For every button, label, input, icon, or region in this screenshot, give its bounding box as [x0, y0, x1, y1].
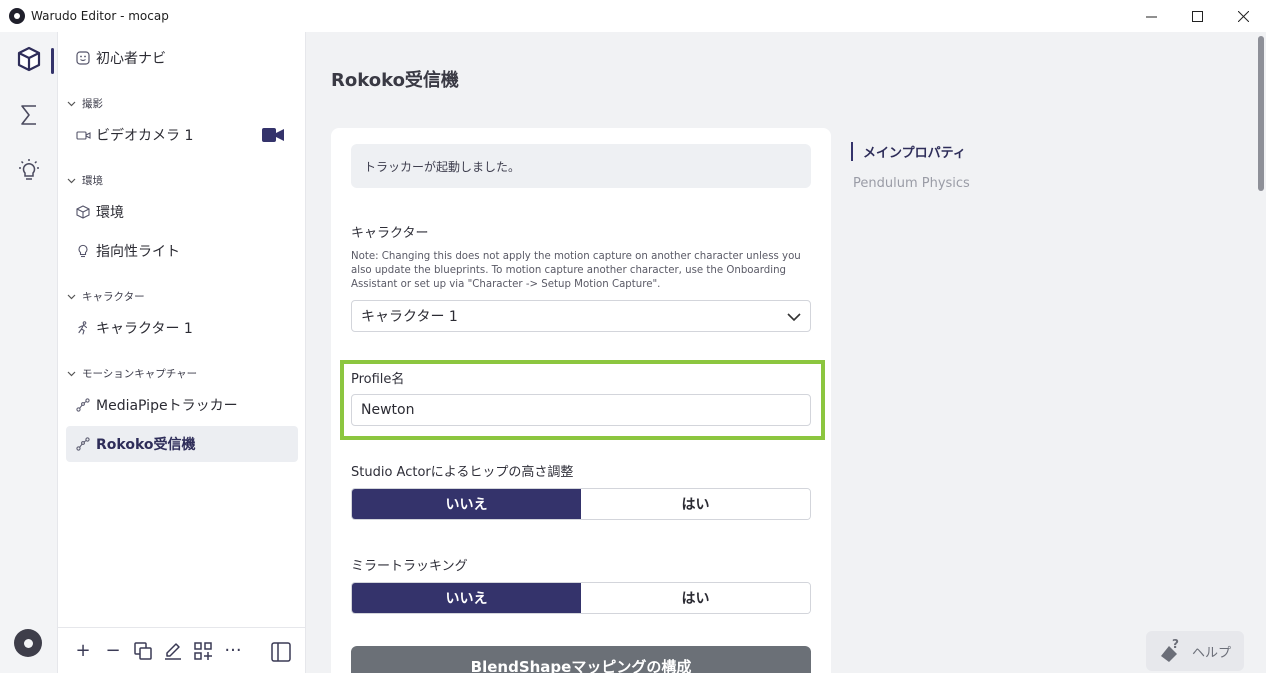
window-controls: [1128, 0, 1266, 32]
sidebar-item-label: 環境: [96, 205, 124, 221]
blendshape-mapping-button[interactable]: BlendShapeマッピングの構成: [351, 646, 811, 673]
hip-adjust-toggle: いいえ はい: [351, 488, 811, 520]
sidebar-item-label: Rokoko受信機: [96, 437, 196, 453]
toggle-panel-button[interactable]: [266, 637, 296, 667]
activity-ideas-button[interactable]: [0, 148, 58, 194]
toc-main-properties[interactable]: メインプロパティ: [851, 142, 966, 161]
blendshape-button-label: BlendShapeマッピングの構成: [470, 658, 692, 673]
remove-button[interactable]: −: [98, 636, 128, 666]
sidebar-item-environment[interactable]: 環境: [66, 194, 298, 230]
node-link-icon: [75, 437, 91, 451]
window-title: Warudo Editor - mocap: [31, 9, 169, 23]
add-group-button[interactable]: [188, 636, 218, 666]
mirror-yes[interactable]: はい: [581, 583, 810, 613]
character-note: Note: Changing this does not apply the m…: [351, 251, 801, 290]
scene-sidebar: 初心者ナビ 撮影 ビデオカメラ 1 環境 環境 指向性ライト キャラクター キャ…: [58, 32, 306, 673]
close-button[interactable]: [1220, 0, 1266, 32]
properties-card: トラッカーが起動しました。 キャラクター Note: Changing this…: [331, 128, 831, 673]
activity-scene-button[interactable]: [0, 36, 58, 82]
rename-button[interactable]: [158, 636, 188, 666]
main-panel: Rokoko受信機 トラッカーが起動しました。 キャラクター Note: Cha…: [306, 32, 1266, 673]
sidebar-item-directional-light[interactable]: 指向性ライト: [66, 233, 298, 269]
chevron-down-icon: [787, 313, 801, 322]
close-icon: [1237, 10, 1249, 22]
chevron-down-icon: [66, 99, 76, 109]
activity-blueprint-button[interactable]: [0, 92, 58, 138]
active-indicator: [51, 48, 54, 74]
grid-add-icon: [194, 641, 212, 660]
help-question-icon: ?: [1161, 638, 1179, 662]
more-button[interactable]: ···: [218, 636, 248, 666]
status-notice: トラッカーが起動しました。: [351, 144, 811, 188]
node-link-icon: [75, 398, 91, 412]
section-title: モーションキャプチャー: [82, 368, 198, 380]
character-select-value: キャラクター 1: [361, 309, 458, 325]
status-text: トラッカーが起動しました。: [364, 159, 521, 174]
minimize-button[interactable]: [1128, 0, 1174, 32]
mirror-tracking-toggle: いいえ はい: [351, 582, 811, 614]
active-camera-badge-icon[interactable]: [262, 128, 284, 142]
sidebar-item-label: ビデオカメラ 1: [96, 128, 194, 144]
plus-icon: +: [75, 640, 91, 661]
help-label: ヘルプ: [1192, 645, 1232, 661]
section-title: 撮影: [82, 98, 103, 110]
hip-adjust-no[interactable]: いいえ: [352, 489, 581, 519]
scrollbar-thumb[interactable]: [1258, 36, 1264, 191]
maximize-button[interactable]: [1174, 0, 1220, 32]
sidebar-item-label: キャラクター 1: [96, 321, 193, 337]
title-bar: Warudo Editor - mocap: [0, 0, 1266, 32]
hip-adjust-yes[interactable]: はい: [581, 489, 810, 519]
more-icon: ···: [224, 640, 242, 661]
cube-outline-icon: [75, 205, 91, 219]
hip-adjust-label: Studio Actorによるヒップの高さ調整: [351, 465, 574, 480]
profile-name-input[interactable]: Newton: [351, 394, 811, 426]
add-button[interactable]: +: [68, 636, 98, 666]
duplicate-icon: [134, 641, 152, 660]
page-title: Rokoko受信機: [331, 70, 459, 91]
sidebar-item-label: 指向性ライト: [96, 244, 180, 260]
section-header-camera[interactable]: 撮影: [66, 96, 103, 111]
maximize-icon: [1191, 10, 1203, 22]
character-select[interactable]: キャラクター 1: [351, 300, 811, 332]
smiley-icon: [75, 51, 91, 65]
panel-toggle-icon: [271, 642, 291, 662]
warudo-logo-icon: [9, 8, 25, 24]
character-label: キャラクター: [351, 226, 429, 241]
help-button[interactable]: ? ヘルプ: [1146, 631, 1244, 671]
svg-text:?: ?: [1172, 638, 1179, 651]
sidebar-toolbar: + − ···: [58, 627, 306, 673]
running-figure-icon: [75, 321, 91, 335]
sidebar-item-rokoko-receiver[interactable]: Rokoko受信機: [66, 426, 298, 462]
minus-icon: −: [105, 640, 121, 661]
video-camera-icon: [75, 130, 91, 141]
chevron-down-icon: [66, 176, 76, 186]
onboarding-label: 初心者ナビ: [96, 51, 166, 67]
section-header-environment[interactable]: 環境: [66, 173, 103, 188]
chevron-down-icon: [66, 292, 76, 302]
section-title: 環境: [82, 175, 103, 187]
toc-pendulum-physics[interactable]: Pendulum Physics: [851, 176, 970, 191]
sidebar-item-character[interactable]: キャラクター 1: [66, 310, 298, 346]
profile-label: Profile名: [351, 372, 405, 387]
activity-bar: [0, 32, 58, 673]
mirror-tracking-label: ミラートラッキング: [351, 559, 468, 574]
settings-palette-icon[interactable]: [14, 629, 42, 657]
minimize-icon: [1145, 16, 1157, 17]
section-title: キャラクター: [82, 291, 145, 303]
profile-name-value: Newton: [361, 402, 415, 418]
section-header-character[interactable]: キャラクター: [66, 289, 145, 304]
sidebar-item-video-camera[interactable]: ビデオカメラ 1: [66, 117, 298, 153]
section-header-motion-capture[interactable]: モーションキャプチャー: [66, 366, 197, 381]
sidebar-item-label: MediaPipeトラッカー: [96, 398, 238, 414]
cube-icon: [17, 46, 41, 72]
mirror-no[interactable]: いいえ: [352, 583, 581, 613]
sidebar-item-mediapipe-tracker[interactable]: MediaPipeトラッカー: [66, 387, 298, 423]
lightbulb-rays-icon: [19, 159, 39, 180]
pencil-icon: [165, 642, 181, 660]
duplicate-button[interactable]: [128, 636, 158, 666]
chevron-down-icon: [66, 369, 76, 379]
sigma-icon: [21, 105, 36, 125]
lightbulb-icon: [75, 244, 91, 258]
onboarding-assistant-item[interactable]: 初心者ナビ: [66, 40, 298, 76]
